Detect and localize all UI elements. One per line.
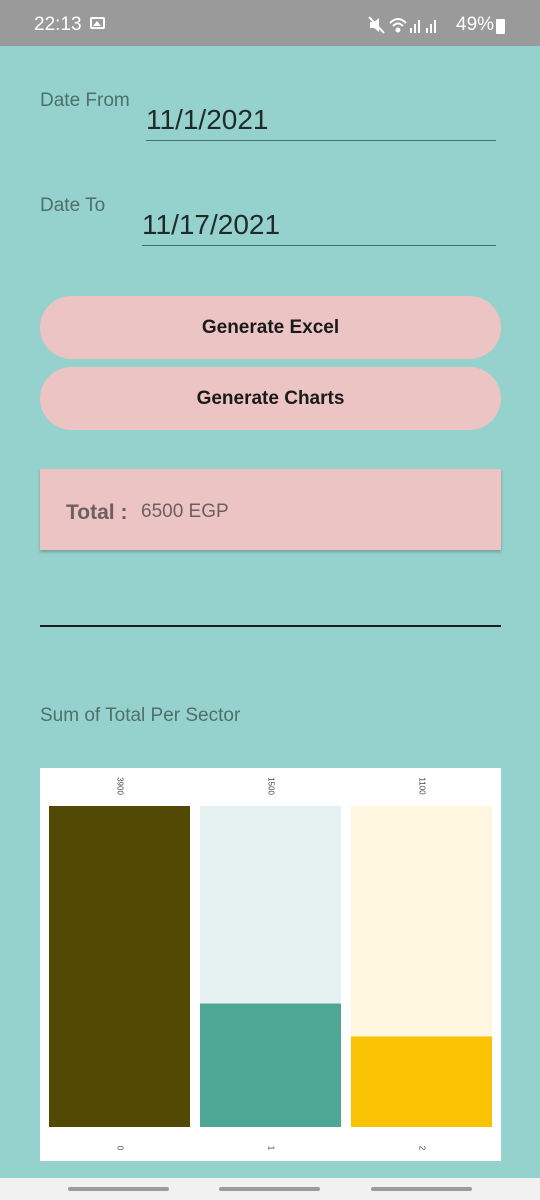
- bar-0[interactable]: [49, 806, 190, 1127]
- total-card: Total : 6500 EGP: [40, 469, 501, 550]
- nav-recents-handle[interactable]: [68, 1187, 169, 1191]
- date-to-field[interactable]: 11/17/2021: [142, 209, 496, 246]
- date-from-field[interactable]: 11/1/2021: [146, 104, 496, 141]
- wifi-icon: [389, 18, 407, 33]
- generate-charts-button[interactable]: Generate Charts: [40, 367, 501, 430]
- bar-value-label: 1100: [417, 777, 426, 795]
- date-to-label: Date To: [40, 195, 106, 216]
- signal-icon: [410, 20, 436, 33]
- date-to-value: 11/17/2021: [142, 209, 281, 240]
- date-from-label: Date From: [40, 90, 130, 111]
- bar-value-label: 1500: [266, 777, 275, 795]
- nav-home-handle[interactable]: [219, 1187, 320, 1191]
- category-tick-label: 0: [115, 1146, 124, 1151]
- mute-icon: [368, 16, 385, 34]
- bar-chart: 3900 0 1500 1 1100 2: [40, 768, 501, 1161]
- category-tick-label: 1: [266, 1146, 275, 1151]
- total-value: 6500 EGP: [141, 501, 229, 522]
- category-tick-label: 2: [417, 1146, 426, 1151]
- chart-title: Sum of Total Per Sector: [40, 705, 241, 726]
- status-icons: [368, 16, 436, 34]
- total-label: Total :: [66, 501, 128, 524]
- navigation-bar: [0, 1178, 540, 1200]
- status-time: 22:13: [34, 14, 82, 35]
- generate-excel-button[interactable]: Generate Excel: [40, 296, 501, 359]
- battery-icon: [496, 19, 505, 34]
- date-from-value: 11/1/2021: [146, 104, 269, 135]
- bar-2[interactable]: [351, 1036, 492, 1127]
- bar-1[interactable]: [200, 1003, 341, 1127]
- nav-back-handle[interactable]: [371, 1187, 472, 1191]
- status-bar: 22:13 49%: [0, 0, 540, 46]
- battery-percent: 49%: [456, 14, 495, 35]
- gallery-icon: [90, 17, 105, 29]
- bar-chart-svg: 3900 0 1500 1 1100 2: [49, 777, 492, 1151]
- divider: [40, 625, 501, 627]
- bar-value-label: 3900: [115, 777, 124, 795]
